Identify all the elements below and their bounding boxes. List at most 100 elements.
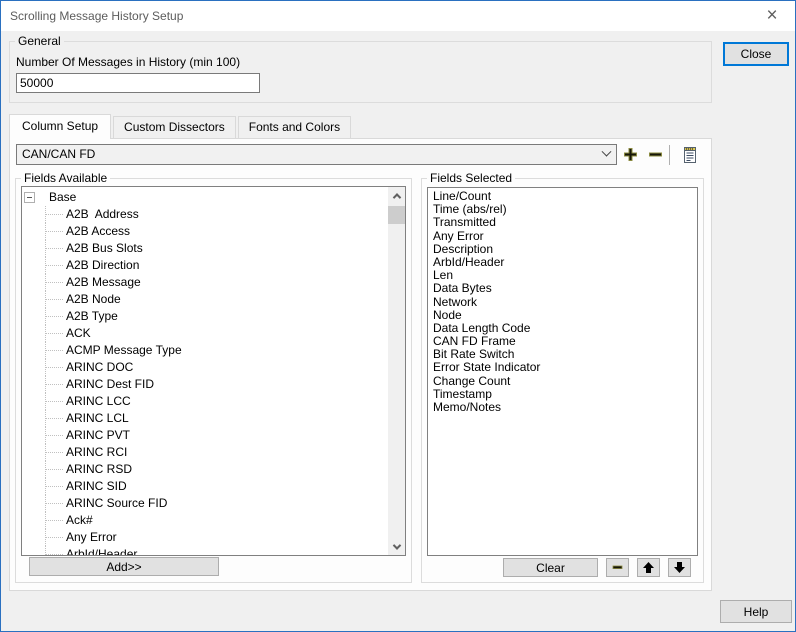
- selected-item[interactable]: Network: [428, 296, 697, 309]
- tree-item[interactable]: ARINC Source FID: [22, 495, 388, 512]
- fields-available-tree[interactable]: Base A2B Address A2B Access: [21, 186, 406, 556]
- tree-item[interactable]: ACMP Message Type: [22, 342, 388, 359]
- tree-connector: [45, 257, 46, 274]
- tab-strip: Column Setup Custom Dissectors Fonts and…: [9, 114, 353, 139]
- general-group-legend: General: [15, 34, 64, 48]
- tree-item[interactable]: ARINC LCC: [22, 393, 388, 410]
- tree-item-label: A2B Direction: [66, 257, 139, 274]
- tree-item[interactable]: Any Error: [22, 529, 388, 546]
- selected-item[interactable]: Change Count: [428, 375, 697, 388]
- tree-item[interactable]: ARINC DOC: [22, 359, 388, 376]
- tree-connector: [45, 478, 46, 495]
- tab-custom-dissectors[interactable]: Custom Dissectors: [113, 116, 236, 138]
- tree-item-label: A2B Node: [66, 291, 121, 308]
- tree-item[interactable]: A2B Access: [22, 223, 388, 240]
- tree-item-label: Any Error: [66, 529, 117, 546]
- tree-item-label: ACK: [66, 325, 91, 342]
- fields-available-legend: Fields Available: [21, 171, 110, 185]
- tree-connector: [45, 206, 46, 223]
- tree-item-label: ARINC LCC: [66, 393, 131, 410]
- tree-connector: [45, 291, 46, 308]
- tree-item-label: ARINC Source FID: [66, 495, 167, 512]
- chevron-down-icon[interactable]: [597, 145, 616, 164]
- tree-scrollbar[interactable]: [388, 187, 405, 555]
- remove-protocol-minus-icon[interactable]: [647, 146, 664, 163]
- scrollbar-thumb[interactable]: [388, 206, 405, 224]
- tree-item[interactable]: ARINC SID: [22, 478, 388, 495]
- selected-item[interactable]: Error State Indicator: [428, 361, 697, 374]
- tree-connector: [45, 410, 46, 427]
- fields-selected-list[interactable]: Line/Count Time (abs/rel) Transmitted An…: [427, 187, 698, 556]
- titlebar: Scrolling Message History Setup ×: [1, 1, 795, 31]
- tree-item[interactable]: A2B Message: [22, 274, 388, 291]
- tree-item[interactable]: ACK: [22, 325, 388, 342]
- protocol-combobox[interactable]: CAN/CAN FD: [16, 144, 617, 165]
- tab-fonts-and-colors[interactable]: Fonts and Colors: [238, 116, 351, 138]
- remove-selected-minus-icon[interactable]: [606, 558, 629, 577]
- help-button[interactable]: Help: [720, 600, 792, 623]
- general-group: General Number Of Messages in History (m…: [9, 41, 712, 103]
- scroll-up-icon[interactable]: [388, 187, 405, 204]
- message-count-input[interactable]: [16, 73, 260, 93]
- tree-connector: [45, 342, 46, 359]
- message-count-label: Number Of Messages in History (min 100): [16, 55, 240, 69]
- collapse-minus-icon[interactable]: [24, 192, 35, 203]
- protocol-combobox-value: CAN/CAN FD: [22, 147, 95, 161]
- move-up-icon[interactable]: [637, 558, 660, 577]
- add-button[interactable]: Add>>: [29, 557, 219, 576]
- tree-item[interactable]: ArbId/Header: [22, 546, 388, 555]
- tree-connector: [45, 359, 46, 376]
- selected-item[interactable]: Node: [428, 309, 697, 322]
- tree-connector: [45, 495, 46, 512]
- tree-connector: [45, 393, 46, 410]
- scrolling-message-history-setup-dialog: Scrolling Message History Setup × Genera…: [0, 0, 796, 632]
- tree-root-label: Base: [49, 189, 76, 206]
- selected-item[interactable]: Description: [428, 243, 697, 256]
- tree-item[interactable]: ARINC LCL: [22, 410, 388, 427]
- selected-item[interactable]: ArbId/Header: [428, 256, 697, 269]
- tree-item[interactable]: A2B Node: [22, 291, 388, 308]
- scroll-down-icon[interactable]: [388, 538, 405, 555]
- close-icon[interactable]: ×: [760, 5, 784, 27]
- selected-item[interactable]: Transmitted: [428, 216, 697, 229]
- notepad-icon[interactable]: [681, 144, 699, 165]
- tree-item-label: A2B Access: [66, 223, 130, 240]
- tree-item[interactable]: Ack#: [22, 512, 388, 529]
- tab-column-setup[interactable]: Column Setup: [9, 114, 111, 139]
- tree-item[interactable]: ARINC PVT: [22, 427, 388, 444]
- selected-item[interactable]: Data Bytes: [428, 282, 697, 295]
- window-title: Scrolling Message History Setup: [10, 9, 183, 23]
- tree-rows: Base A2B Address A2B Access: [22, 189, 388, 555]
- close-button[interactable]: Close: [723, 42, 789, 66]
- tree-item[interactable]: A2B Bus Slots: [22, 240, 388, 257]
- tree-connector: [45, 325, 46, 342]
- tree-item-label: ARINC SID: [66, 478, 127, 495]
- tree-item[interactable]: A2B Address: [22, 206, 388, 223]
- clear-button[interactable]: Clear: [503, 558, 598, 577]
- tree-item-label: ARINC RSD: [66, 461, 132, 478]
- tree-item[interactable]: A2B Direction: [22, 257, 388, 274]
- tree-item-label: A2B Bus Slots: [66, 240, 143, 257]
- selected-item[interactable]: Any Error: [428, 230, 697, 243]
- tree-connector: [45, 308, 46, 325]
- tree-item[interactable]: ARINC RCI: [22, 444, 388, 461]
- tree-item-label: A2B Type: [66, 308, 118, 325]
- tree-connector: [45, 444, 46, 461]
- tree-item-label: ArbId/Header: [66, 546, 137, 555]
- move-down-icon[interactable]: [668, 558, 691, 577]
- tree-item-label: ARINC PVT: [66, 427, 130, 444]
- add-protocol-plus-icon[interactable]: [622, 146, 639, 163]
- tree-item-label: ARINC RCI: [66, 444, 127, 461]
- tree-connector: [45, 529, 46, 546]
- tree-item-label: ARINC LCL: [66, 410, 129, 427]
- selected-item[interactable]: Memo/Notes: [428, 401, 697, 414]
- tree-connector: [45, 427, 46, 444]
- tree-root-node[interactable]: Base: [22, 189, 388, 206]
- tree-connector: [45, 376, 46, 393]
- tree-item[interactable]: A2B Type: [22, 308, 388, 325]
- tree-item[interactable]: ARINC Dest FID: [22, 376, 388, 393]
- tree-connector: [45, 512, 46, 529]
- tree-item[interactable]: ARINC RSD: [22, 461, 388, 478]
- tree-item-label: Ack#: [66, 512, 93, 529]
- tree-children: A2B Address A2B Access A2B Bus Slots: [22, 206, 388, 555]
